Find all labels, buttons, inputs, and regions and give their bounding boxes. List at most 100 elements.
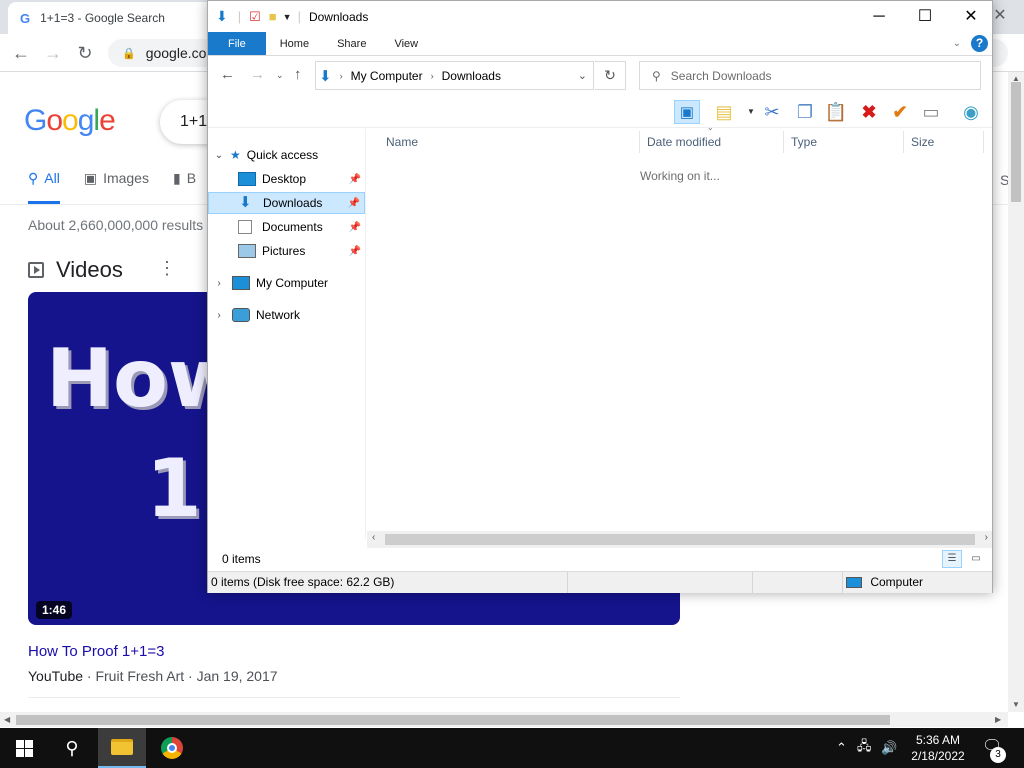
chrome-icon bbox=[161, 737, 183, 759]
more-options-icon[interactable]: ⋮ bbox=[158, 258, 176, 279]
forward-arrow-icon[interactable]: → bbox=[40, 40, 66, 66]
tab-all[interactable]: ⚲ All bbox=[28, 170, 60, 204]
nav-item-pictures[interactable]: Pictures 📌 bbox=[208, 240, 365, 262]
chrome-tab[interactable]: G 1+1=3 - Google Search bbox=[8, 2, 213, 34]
column-name[interactable]: Name bbox=[379, 131, 640, 153]
volume-icon[interactable]: 🔊 bbox=[881, 740, 897, 756]
file-list[interactable]: Name Date modified Type Size ⌄ Working o… bbox=[367, 123, 992, 548]
address-breadcrumb[interactable]: ⬇ › My Computer › Downloads ⌄ bbox=[315, 61, 594, 90]
chevron-down-icon[interactable]: ⌄ bbox=[578, 69, 587, 82]
breadcrumb-my-computer[interactable]: My Computer bbox=[351, 69, 423, 83]
nav-item-documents[interactable]: Documents 📌 bbox=[208, 216, 365, 238]
taskbar-chrome[interactable] bbox=[148, 728, 196, 768]
minimize-icon[interactable]: ─ bbox=[856, 1, 902, 32]
paste-icon[interactable]: 📋 bbox=[823, 100, 849, 124]
video-meta: YouTube · Fruit Fresh Art · Jan 19, 2017 bbox=[28, 668, 278, 684]
download-arrow-icon: ⬇ bbox=[239, 194, 252, 211]
download-arrow-icon: ⬇ bbox=[319, 67, 332, 85]
horizontal-scroll-thumb[interactable] bbox=[16, 715, 890, 725]
pin-icon[interactable]: 📌 bbox=[349, 174, 361, 185]
nav-quick-access[interactable]: ⌄ ★ Quick access bbox=[208, 144, 365, 166]
pin-icon[interactable]: 📌 bbox=[349, 246, 361, 257]
column-size[interactable]: Size bbox=[904, 131, 984, 153]
videos-heading: Videos bbox=[28, 257, 123, 283]
taskbar: ⚲ ⌃ 🖧 🔊 5:36 AM 2/18/2022 🗨 3 bbox=[0, 728, 1024, 768]
tab-home[interactable]: Home bbox=[266, 32, 323, 55]
taskbar-file-explorer[interactable] bbox=[98, 728, 146, 768]
details-view-icon[interactable]: ☰ bbox=[942, 550, 962, 568]
status-segment bbox=[753, 572, 843, 593]
globe-icon[interactable]: ◉ bbox=[958, 100, 984, 124]
nav-my-computer[interactable]: › My Computer bbox=[208, 272, 365, 294]
help-icon[interactable]: ? bbox=[971, 35, 988, 52]
nav-item-downloads[interactable]: ⬇ Downloads 📌 bbox=[208, 192, 365, 214]
nav-network[interactable]: › Network bbox=[208, 304, 365, 326]
start-button[interactable] bbox=[0, 728, 48, 768]
scroll-right-icon[interactable]: › bbox=[985, 532, 988, 543]
book-icon: ▮ bbox=[172, 170, 181, 186]
scroll-right-icon[interactable]: ▶ bbox=[995, 715, 1001, 724]
back-arrow-icon[interactable]: ← bbox=[220, 66, 235, 83]
computer-icon bbox=[232, 276, 250, 290]
forward-arrow-icon[interactable]: → bbox=[250, 66, 265, 83]
expand-ribbon-icon[interactable]: ⌄ bbox=[953, 38, 961, 49]
search-icon[interactable]: ⚲ bbox=[48, 728, 96, 768]
chevron-down-icon[interactable]: ⌄ bbox=[212, 150, 226, 161]
network-icon[interactable]: 🖧 bbox=[857, 737, 872, 759]
image-icon: ▣ bbox=[83, 170, 98, 186]
ribbon-tabs: File Home Share View ⌄ ? bbox=[208, 32, 992, 56]
clock[interactable]: 5:36 AM 2/18/2022 bbox=[902, 732, 974, 764]
checkmark-icon[interactable]: ✔ bbox=[887, 100, 913, 124]
tab-share[interactable]: Share bbox=[323, 32, 380, 55]
google-logo[interactable]: Google bbox=[24, 104, 116, 138]
recent-locations-icon[interactable]: ⌄ bbox=[276, 70, 284, 81]
nav-item-desktop[interactable]: Desktop 📌 bbox=[208, 168, 365, 190]
scroll-left-icon[interactable]: ‹ bbox=[372, 532, 375, 543]
system-tray: ⌃ 🖧 🔊 bbox=[836, 728, 898, 768]
pin-icon[interactable]: 📌 bbox=[349, 222, 361, 233]
new-folder-icon[interactable]: ■ bbox=[269, 9, 277, 24]
delete-icon[interactable]: ✖ bbox=[856, 100, 882, 124]
horizontal-scrollbar[interactable]: ‹ › bbox=[367, 531, 992, 548]
tab-images[interactable]: ▣ Images bbox=[84, 170, 149, 204]
picture-icon bbox=[238, 244, 256, 258]
up-arrow-icon[interactable]: ↑ bbox=[294, 66, 302, 83]
pin-icon[interactable]: 📌 bbox=[348, 198, 360, 209]
copy-icon[interactable]: ❐ bbox=[792, 100, 818, 124]
tab-books[interactable]: ▮ B bbox=[173, 170, 196, 204]
horizontal-scroll-thumb[interactable] bbox=[385, 534, 975, 545]
tab-view[interactable]: View bbox=[380, 32, 432, 55]
star-icon: ★ bbox=[230, 148, 241, 162]
scroll-up-icon[interactable]: ▲ bbox=[1012, 74, 1020, 83]
folder-icon bbox=[111, 739, 133, 755]
explorer-titlebar[interactable]: ⬇ | ☑ ■ ▼ | Downloads ─ ☐ ✕ bbox=[208, 1, 992, 32]
tab-file[interactable]: File bbox=[208, 32, 266, 55]
disk-space-text: 0 items (Disk free space: 62.2 GB) bbox=[208, 572, 568, 593]
scroll-down-icon[interactable]: ▼ bbox=[1012, 700, 1020, 709]
scroll-left-icon[interactable]: ◀ bbox=[4, 715, 10, 724]
search-input[interactable]: ⚲ Search Downloads bbox=[639, 61, 981, 90]
chevron-right-icon[interactable]: › bbox=[212, 310, 226, 321]
cut-icon[interactable]: ✂ bbox=[759, 100, 785, 124]
preview-pane-icon[interactable]: ▣ bbox=[674, 100, 700, 124]
customize-qat-icon[interactable]: ▼ bbox=[283, 12, 292, 22]
maximize-icon[interactable]: ☐ bbox=[902, 1, 948, 32]
vertical-scroll-thumb[interactable] bbox=[1011, 82, 1021, 202]
search-icon: ⚲ bbox=[28, 170, 39, 186]
back-arrow-icon[interactable]: ← bbox=[8, 40, 34, 66]
lock-icon: 🔒 bbox=[122, 47, 136, 60]
properties-icon[interactable]: ☑ bbox=[249, 9, 261, 25]
video-title-link[interactable]: How To Proof 1+1=3 bbox=[28, 643, 164, 660]
column-date-modified[interactable]: Date modified bbox=[640, 131, 784, 153]
breadcrumb-downloads[interactable]: Downloads bbox=[442, 69, 501, 83]
chevron-up-icon[interactable]: ⌃ bbox=[836, 740, 847, 756]
notification-badge: 3 bbox=[990, 747, 1006, 763]
rename-icon[interactable]: ▭ bbox=[918, 100, 944, 124]
new-folder-icon[interactable]: ▤ bbox=[711, 100, 737, 124]
refresh-icon[interactable]: ↻ bbox=[595, 61, 626, 90]
large-icons-view-icon[interactable]: ▭ bbox=[966, 550, 986, 568]
chevron-right-icon[interactable]: › bbox=[212, 278, 226, 289]
close-icon[interactable]: ✕ bbox=[948, 1, 994, 32]
reload-icon[interactable]: ↻ bbox=[72, 40, 98, 66]
column-type[interactable]: Type bbox=[784, 131, 904, 153]
